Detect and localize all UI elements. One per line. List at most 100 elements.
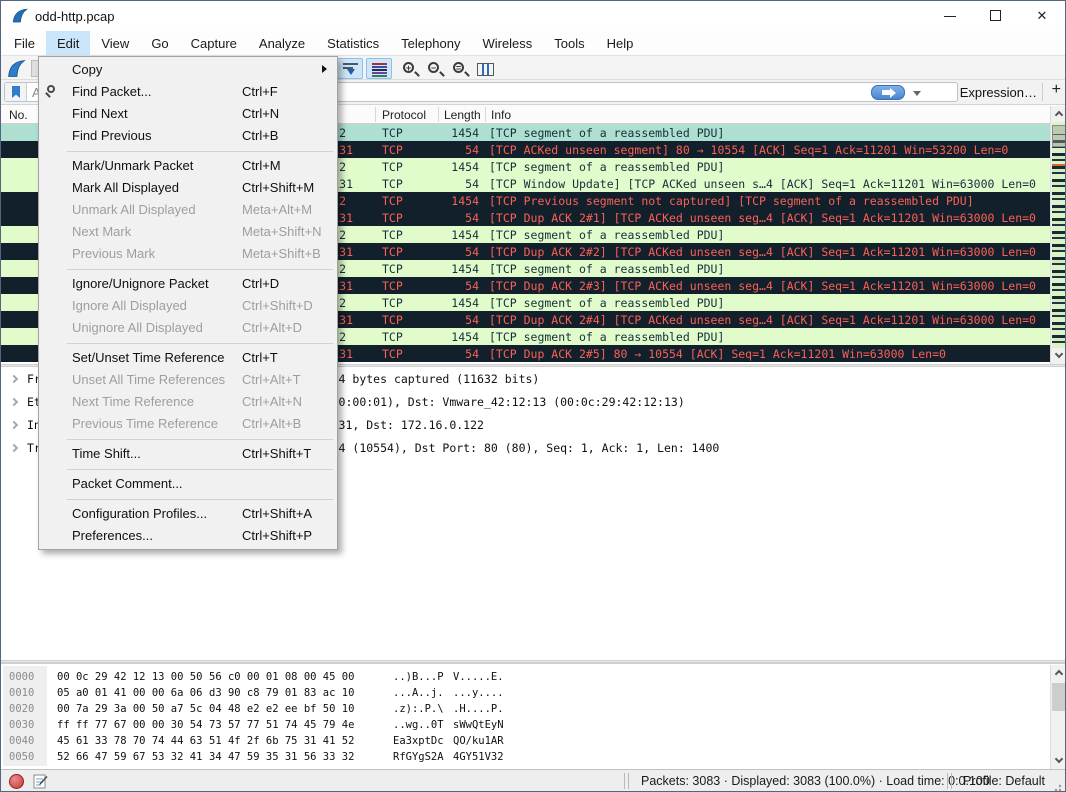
chevron-down-icon bbox=[1055, 755, 1063, 763]
zoom-out-button[interactable]: − bbox=[422, 58, 448, 79]
close-button[interactable]: ✕ bbox=[1019, 1, 1065, 31]
packet-list-scrollbar[interactable] bbox=[1050, 106, 1066, 364]
edit-menu-item[interactable]: Copy bbox=[39, 59, 337, 81]
column-info[interactable]: Info bbox=[491, 108, 511, 122]
menu-bar-item[interactable]: Statistics bbox=[316, 31, 390, 55]
menu-bar-item[interactable]: Edit bbox=[46, 31, 90, 55]
minimize-button[interactable] bbox=[927, 1, 973, 31]
edit-menu-item[interactable]: Unignore All Displayed Ctrl+Alt+D bbox=[39, 317, 337, 339]
maximize-icon bbox=[990, 10, 1001, 21]
edit-menu-item[interactable]: Previous Time Reference Ctrl+Alt+B bbox=[39, 413, 337, 435]
menu-bar-item[interactable]: Analyze bbox=[248, 31, 316, 55]
edit-menu-item[interactable]: Time Shift... Ctrl+Shift+T bbox=[39, 443, 337, 465]
submenu-arrow-icon bbox=[322, 65, 327, 73]
edit-menu-item[interactable]: Ignore/Unignore Packet Ctrl+D bbox=[39, 273, 337, 295]
expand-chevron-icon[interactable] bbox=[10, 421, 18, 429]
edit-menu-item[interactable]: Find Packet... Ctrl+F bbox=[39, 81, 337, 103]
hex-scroll-down-button[interactable] bbox=[1051, 753, 1066, 769]
menu-separator bbox=[39, 265, 337, 273]
colorize-button[interactable] bbox=[366, 58, 392, 79]
edit-menu-item[interactable]: Unset All Time References Ctrl+Alt+T bbox=[39, 369, 337, 391]
title-bar: odd-http.pcap ✕ bbox=[1, 1, 1065, 31]
apply-filter-button[interactable] bbox=[871, 85, 905, 100]
edit-menu-item[interactable]: Configuration Profiles... Ctrl+Shift+A bbox=[39, 503, 337, 525]
expand-chevron-icon[interactable] bbox=[10, 444, 18, 452]
menu-bar-item[interactable]: Go bbox=[140, 31, 179, 55]
find-icon bbox=[47, 85, 55, 93]
edit-menu-item[interactable]: Packet Comment... bbox=[39, 473, 337, 495]
zoom-normal-icon: = bbox=[453, 62, 464, 73]
profile-label[interactable]: Profile: Default bbox=[963, 774, 1045, 788]
zoom-out-icon: − bbox=[428, 62, 439, 73]
menu-bar-item[interactable]: Help bbox=[596, 31, 645, 55]
auto-scroll-button[interactable] bbox=[337, 58, 363, 79]
hex-row[interactable]: 0020 00 7a 29 3a 00 50 a7 5c 04 48 e2 e2… bbox=[1, 701, 1050, 717]
edit-menu-item[interactable]: Unmark All Displayed Meta+Alt+M bbox=[39, 199, 337, 221]
partial-toolbar-icon bbox=[31, 60, 38, 77]
resize-columns-button[interactable] bbox=[472, 58, 498, 79]
edit-menu: Copy Find Packet... Ctrl+F Find Next Ctr… bbox=[38, 56, 338, 550]
filter-bar-separator bbox=[1042, 83, 1043, 101]
expand-chevron-icon[interactable] bbox=[10, 375, 18, 383]
hex-row[interactable]: 0030 ff ff 77 67 00 00 30 54 73 57 77 51… bbox=[1, 717, 1050, 733]
capture-comment-icon[interactable] bbox=[33, 774, 48, 789]
filter-dropdown-caret-icon[interactable] bbox=[913, 91, 921, 96]
auto-scroll-icon bbox=[343, 63, 358, 75]
edit-menu-item[interactable]: Find Next Ctrl+N bbox=[39, 103, 337, 125]
add-filter-button[interactable]: + bbox=[1052, 81, 1061, 99]
edit-menu-item[interactable]: Previous Mark Meta+Shift+B bbox=[39, 243, 337, 265]
scroll-up-button[interactable] bbox=[1051, 106, 1066, 122]
apply-arrow-icon bbox=[882, 90, 890, 95]
menu-bar-item[interactable]: Wireless bbox=[471, 31, 543, 55]
status-bar: Packets: 3083 · Displayed: 3083 (100.0%)… bbox=[1, 769, 1065, 792]
resize-grip[interactable] bbox=[1054, 782, 1063, 791]
scrollbar-slider[interactable] bbox=[1052, 125, 1066, 147]
menu-bar-item[interactable]: Telephony bbox=[390, 31, 471, 55]
zoom-in-icon: + bbox=[403, 62, 414, 73]
menu-bar-item[interactable]: View bbox=[90, 31, 140, 55]
column-no[interactable]: No. bbox=[9, 108, 28, 122]
edit-menu-item[interactable]: Find Previous Ctrl+B bbox=[39, 125, 337, 147]
maximize-button[interactable] bbox=[973, 1, 1019, 31]
close-icon: ✕ bbox=[1037, 8, 1048, 23]
hex-row[interactable]: 0050 52 66 47 59 67 53 32 41 34 47 59 35… bbox=[1, 749, 1050, 765]
start-capture-fin-icon[interactable] bbox=[6, 58, 27, 79]
bookmark-icon bbox=[12, 86, 20, 98]
menu-separator bbox=[39, 147, 337, 155]
column-protocol[interactable]: Protocol bbox=[382, 108, 426, 122]
edit-menu-item[interactable]: Mark/Unmark Packet Ctrl+M bbox=[39, 155, 337, 177]
hex-row[interactable]: 0010 05 a0 01 41 00 00 6a 06 d3 90 c8 79… bbox=[1, 685, 1050, 701]
edit-menu-item[interactable]: Preferences... Ctrl+Shift+P bbox=[39, 525, 337, 547]
scrollbar-minimap[interactable] bbox=[1052, 122, 1066, 348]
window-title: odd-http.pcap bbox=[35, 9, 115, 24]
expand-chevron-icon[interactable] bbox=[10, 398, 18, 406]
hex-scrollbar[interactable] bbox=[1050, 665, 1066, 769]
zoom-in-button[interactable]: + bbox=[397, 58, 423, 79]
menu-bar-item[interactable]: Capture bbox=[180, 31, 248, 55]
menu-bar-item[interactable]: File bbox=[3, 31, 46, 55]
menu-bar-item[interactable]: Tools bbox=[543, 31, 595, 55]
expression-button[interactable]: Expression… bbox=[960, 85, 1037, 100]
hex-row[interactable]: 0000 00 0c 29 42 12 13 00 50 56 c0 00 01… bbox=[1, 669, 1050, 685]
edit-menu-item[interactable]: Next Time Reference Ctrl+Alt+N bbox=[39, 391, 337, 413]
filter-bookmark-button[interactable] bbox=[5, 83, 27, 101]
edit-menu-item[interactable]: Set/Unset Time Reference Ctrl+T bbox=[39, 347, 337, 369]
column-length[interactable]: Length bbox=[444, 108, 481, 122]
wireshark-window: odd-http.pcap ✕ File Edit View Go Captur… bbox=[0, 0, 1066, 792]
hex-dump-pane: 0000 00 0c 29 42 12 13 00 50 56 c0 00 01… bbox=[1, 663, 1065, 769]
expert-info-icon[interactable] bbox=[9, 774, 24, 789]
hex-row[interactable]: 0040 45 61 33 78 70 74 44 63 51 4f 2f 6b… bbox=[1, 733, 1050, 749]
chevron-up-icon bbox=[1055, 670, 1063, 678]
zoom-normal-button[interactable]: = bbox=[447, 58, 473, 79]
hex-scrollbar-slider[interactable] bbox=[1052, 683, 1066, 711]
menu-separator bbox=[39, 339, 337, 347]
edit-menu-item[interactable]: Ignore All Displayed Ctrl+Shift+D bbox=[39, 295, 337, 317]
menu-separator bbox=[39, 435, 337, 443]
edit-menu-item[interactable]: Mark All Displayed Ctrl+Shift+M bbox=[39, 177, 337, 199]
edit-menu-item[interactable]: Next Mark Meta+Shift+N bbox=[39, 221, 337, 243]
hex-scroll-up-button[interactable] bbox=[1051, 665, 1066, 681]
resize-columns-icon bbox=[477, 63, 494, 76]
packet-stats: Packets: 3083 · Displayed: 3083 (100.0%)… bbox=[641, 774, 990, 788]
menu-separator bbox=[39, 495, 337, 503]
scroll-down-button[interactable] bbox=[1051, 348, 1066, 364]
